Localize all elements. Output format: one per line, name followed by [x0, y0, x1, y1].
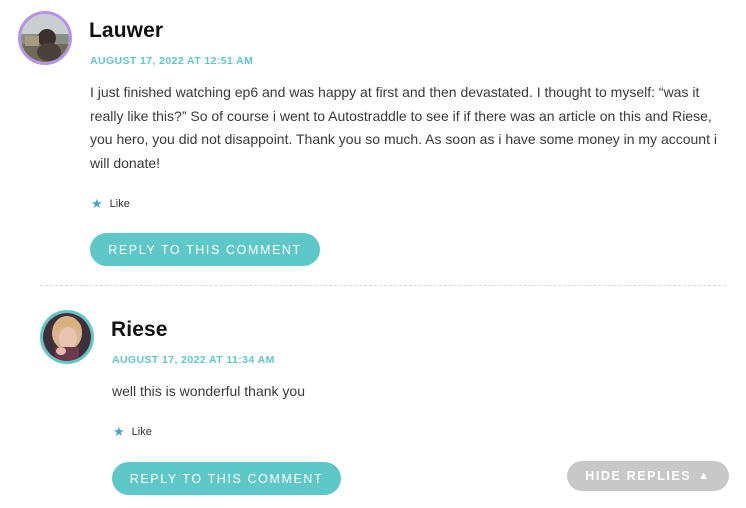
- like-label: Like: [109, 197, 130, 210]
- avatar-photo: [21, 14, 69, 62]
- comment-date[interactable]: AUGUST 17, 2022 AT 11:34 AM: [112, 354, 275, 366]
- hide-replies-button[interactable]: HIDE REPLIES ▲: [567, 461, 729, 491]
- avatar[interactable]: [40, 310, 94, 364]
- reply-button[interactable]: REPLY TO THIS COMMENT: [90, 233, 320, 266]
- divider: [40, 285, 726, 286]
- comments-section: Lauwer AUGUST 17, 2022 AT 12:51 AM I jus…: [0, 0, 746, 508]
- comment-author[interactable]: Lauwer: [89, 19, 163, 43]
- comment-author[interactable]: Riese: [111, 318, 168, 342]
- like-button[interactable]: ★ Like: [113, 425, 152, 438]
- like-button[interactable]: ★ Like: [91, 197, 130, 210]
- hide-replies-label: HIDE REPLIES: [585, 469, 692, 483]
- reply-button[interactable]: REPLY TO THIS COMMENT: [112, 462, 341, 495]
- like-label: Like: [131, 425, 152, 438]
- avatar[interactable]: [18, 11, 72, 65]
- star-icon: ★: [91, 196, 103, 211]
- comment-text: I just finished watching ep6 and was hap…: [90, 84, 717, 171]
- avatar-photo: [43, 313, 91, 361]
- triangle-up-icon: ▲: [698, 470, 711, 482]
- comment-date[interactable]: AUGUST 17, 2022 AT 12:51 AM: [90, 55, 253, 67]
- comment-text: well this is wonderful thank you: [112, 383, 305, 399]
- star-icon: ★: [113, 424, 125, 439]
